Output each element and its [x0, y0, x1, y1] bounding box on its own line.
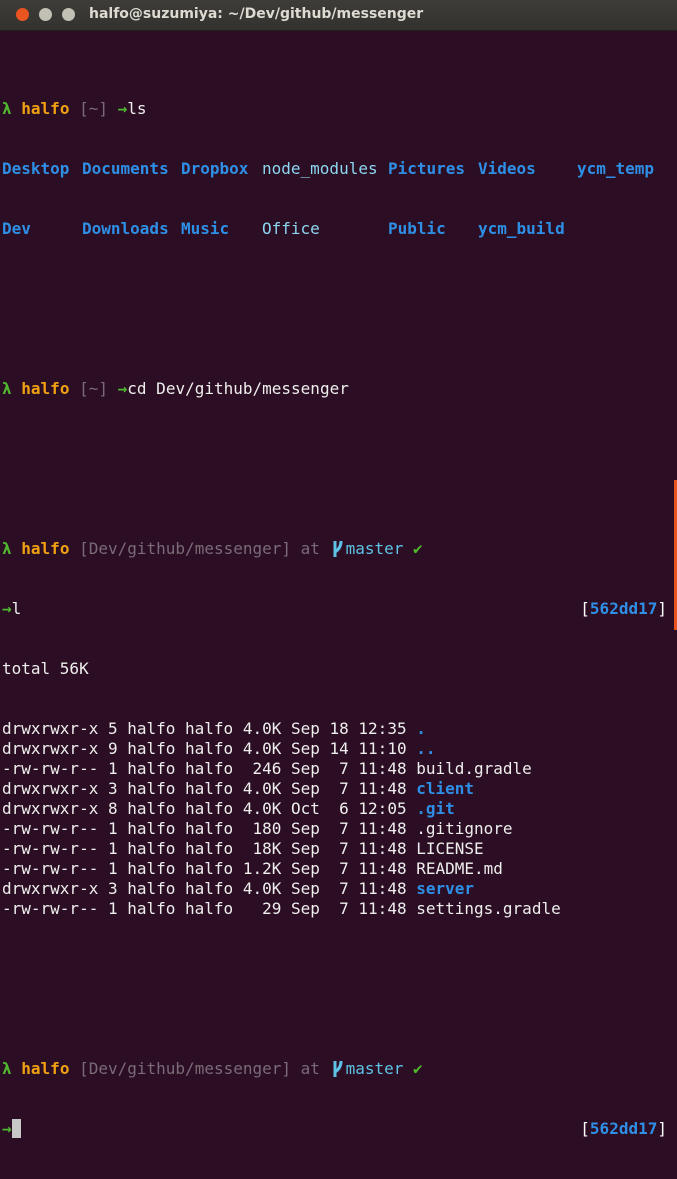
- command-text: l: [11, 599, 22, 618]
- file-row: -rw-rw-r-- 1 halfo halfo 246 Sep 7 11:48…: [2, 759, 670, 779]
- file-meta: -rw-rw-r-- 1 halfo halfo 18K Sep 7 11:48: [2, 839, 417, 858]
- close-window-button[interactable]: [16, 8, 29, 21]
- file-name: .gitignore: [416, 819, 513, 838]
- arrow-glyph: →: [117, 99, 128, 118]
- prompt-line: λ halfo [~] →ls: [2, 99, 670, 119]
- git-branch-icon: [330, 1059, 346, 1079]
- file-row: -rw-rw-r-- 1 halfo halfo 18K Sep 7 11:48…: [2, 839, 670, 859]
- git-branch-icon: [330, 539, 346, 559]
- directory-name: server: [416, 879, 475, 898]
- prompt-cwd: [Dev/github/messenger]: [79, 539, 292, 558]
- file-meta: -rw-rw-r-- 1 halfo halfo 246 Sep 7 11:48: [2, 759, 417, 778]
- file-meta: drwxrwxr-x 3 halfo halfo 4.0K Sep 7 11:4…: [2, 879, 417, 898]
- directory-name: .: [416, 719, 426, 738]
- ls-entry: Dropbox: [181, 159, 249, 178]
- commit-hash-badge: [562dd17]: [580, 599, 667, 618]
- ls-entry: ycm_temp: [577, 159, 655, 178]
- arrow-glyph: →: [2, 599, 12, 618]
- minimize-window-button[interactable]: [39, 8, 52, 21]
- ls-entry: Music: [181, 219, 230, 238]
- git-branch-name: master: [345, 1059, 404, 1078]
- command-line: →l [562dd17]: [2, 599, 670, 619]
- prompt-at: at: [300, 539, 320, 558]
- file-meta: drwxrwxr-x 5 halfo halfo 4.0K Sep 18 12:…: [2, 719, 417, 738]
- file-name: README.md: [416, 859, 503, 878]
- ls-entry: Dev: [2, 219, 31, 238]
- lambda-glyph: λ: [2, 1059, 12, 1078]
- file-name: build.gradle: [416, 759, 532, 778]
- directory-name: ..: [416, 739, 436, 758]
- commit-hash-badge: [562dd17]: [580, 1119, 667, 1138]
- prompt-line: λ halfo [Dev/github/messenger] at master…: [2, 1059, 670, 1079]
- prompt-user: halfo: [21, 539, 70, 558]
- arrow-glyph: →: [2, 1119, 12, 1138]
- prompt-cwd: [~]: [79, 379, 108, 398]
- prompt-user: halfo: [21, 1059, 70, 1078]
- title-bar[interactable]: halfo@suzumiya: ~/Dev/github/messenger: [0, 0, 677, 31]
- file-name: settings.gradle: [416, 899, 561, 918]
- terminal-output[interactable]: λ halfo [~] →ls Desktop Documents Dropbox n…: [2, 39, 670, 1179]
- window-title: halfo@suzumiya: ~/Dev/github/messenger: [89, 6, 424, 22]
- file-row: drwxrwxr-x 5 halfo halfo 4.0K Sep 18 12:…: [2, 719, 670, 739]
- ls-entry: Pictures: [388, 159, 466, 178]
- prompt-user: halfo: [21, 379, 70, 398]
- file-meta: drwxrwxr-x 8 halfo halfo 4.0K Oct 6 12:0…: [2, 799, 417, 818]
- ls-entry: Office: [262, 219, 320, 238]
- long-listing: drwxrwxr-x 5 halfo halfo 4.0K Sep 18 12:…: [2, 719, 670, 919]
- check-icon: ✔: [413, 1059, 423, 1078]
- check-icon: ✔: [413, 539, 423, 558]
- text-cursor[interactable]: [11, 1119, 21, 1138]
- ls-entry: Downloads: [82, 219, 169, 238]
- ls-entry: Videos: [478, 159, 536, 178]
- ls-total: total 56K: [2, 659, 89, 678]
- command-input-line[interactable]: → [562dd17]: [2, 1119, 670, 1139]
- file-row: drwxrwxr-x 8 halfo halfo 4.0K Oct 6 12:0…: [2, 799, 670, 819]
- file-name: LICENSE: [416, 839, 484, 858]
- file-row: -rw-rw-r-- 1 halfo halfo 1.2K Sep 7 11:4…: [2, 859, 670, 879]
- maximize-window-button[interactable]: [62, 8, 75, 21]
- lambda-glyph: λ: [2, 99, 12, 118]
- file-row: -rw-rw-r-- 1 halfo halfo 29 Sep 7 11:48 …: [2, 899, 670, 919]
- prompt-cwd: [Dev/github/messenger]: [79, 1059, 292, 1078]
- prompt-user: halfo: [21, 99, 70, 118]
- file-meta: drwxrwxr-x 9 halfo halfo 4.0K Sep 14 11:…: [2, 739, 417, 758]
- prompt-at: at: [300, 1059, 320, 1078]
- ls-entry: Desktop: [2, 159, 70, 178]
- ls-entry: Public: [388, 219, 446, 238]
- ls-output-row: Desktop Documents Dropbox node_modules Pictu…: [2, 159, 670, 179]
- file-row: -rw-rw-r-- 1 halfo halfo 180 Sep 7 11:48…: [2, 819, 670, 839]
- lambda-glyph: λ: [2, 379, 12, 398]
- prompt-line: λ halfo [Dev/github/messenger] at master…: [2, 539, 670, 559]
- git-branch-name: master: [345, 539, 404, 558]
- arrow-glyph: →: [117, 379, 128, 398]
- file-meta: -rw-rw-r-- 1 halfo halfo 1.2K Sep 7 11:4…: [2, 859, 417, 878]
- lambda-glyph: λ: [2, 539, 12, 558]
- file-meta: drwxrwxr-x 3 halfo halfo 4.0K Sep 7 11:4…: [2, 779, 417, 798]
- directory-name: client: [416, 779, 475, 798]
- prompt-cwd: [~]: [79, 99, 108, 118]
- ls-entry: ycm_build: [478, 219, 565, 238]
- file-row: drwxrwxr-x 3 halfo halfo 4.0K Sep 7 11:4…: [2, 879, 670, 899]
- ls-entry: node_modules: [262, 159, 378, 178]
- terminal-window: halfo@suzumiya: ~/Dev/github/messenger λ…: [0, 0, 677, 1138]
- directory-name: .git: [416, 799, 455, 818]
- ls-entry: Documents: [82, 159, 169, 178]
- file-meta: -rw-rw-r-- 1 halfo halfo 29 Sep 7 11:48: [2, 899, 417, 918]
- command-text: cd Dev/github/messenger: [127, 379, 349, 398]
- prompt-line: λ halfo [~] →cd Dev/github/messenger: [2, 379, 670, 399]
- file-meta: -rw-rw-r-- 1 halfo halfo 180 Sep 7 11:48: [2, 819, 417, 838]
- ls-output-row: Dev Downloads Music Office Public ycm_build: [2, 219, 670, 239]
- command-text: ls: [127, 99, 147, 118]
- file-row: drwxrwxr-x 9 halfo halfo 4.0K Sep 14 11:…: [2, 739, 670, 759]
- file-row: drwxrwxr-x 3 halfo halfo 4.0K Sep 7 11:4…: [2, 779, 670, 799]
